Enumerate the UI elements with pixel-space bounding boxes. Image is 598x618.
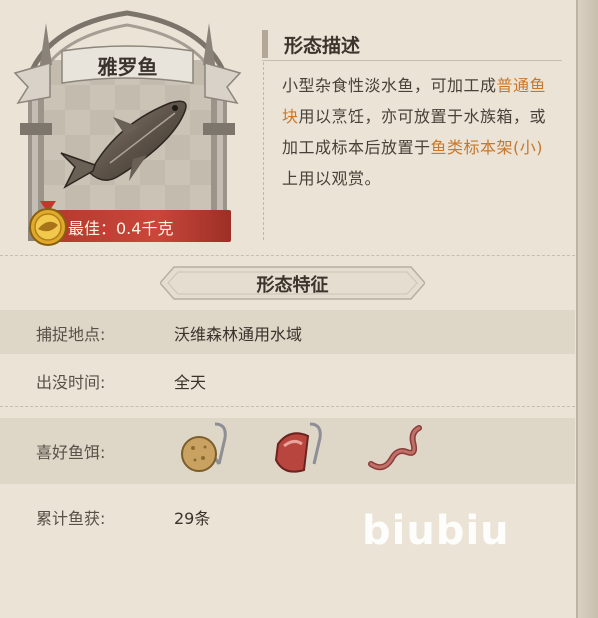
fish-name: 雅罗鱼 bbox=[97, 55, 158, 79]
location-value: 沃维森林通用水域 bbox=[174, 325, 303, 344]
bait-label: 喜好鱼饵: bbox=[36, 443, 106, 462]
description-part-3: 上用以观赏。 bbox=[282, 169, 382, 188]
watermark: biubiu bbox=[362, 508, 510, 554]
bait-separator bbox=[0, 406, 575, 407]
description-title: 形态描述 bbox=[284, 35, 361, 57]
catch-count-label: 累计鱼获: bbox=[36, 509, 106, 528]
page-edge-line bbox=[576, 0, 578, 618]
header-accent-bar bbox=[262, 30, 268, 58]
description-part-1: 小型杂食性淡水鱼，可加工成 bbox=[282, 76, 497, 95]
description-divider bbox=[263, 62, 265, 240]
bread-bait-icon[interactable] bbox=[175, 420, 235, 480]
time-label: 出没时间: bbox=[36, 373, 106, 392]
description-header: 形态描述 bbox=[262, 26, 562, 61]
best-record-text: 最佳：0.4千克 bbox=[68, 219, 174, 238]
worm-bait-icon[interactable] bbox=[365, 420, 425, 480]
location-label: 捕捉地点: bbox=[36, 325, 106, 344]
catch-count-value: 29条 bbox=[174, 509, 211, 528]
fish-portrait-frame: 雅罗鱼 最佳：0.4千克 bbox=[10, 5, 245, 250]
best-record-bar: 最佳：0.4千克 bbox=[46, 210, 231, 242]
trait-row-time: 出没时间: 全天 bbox=[0, 358, 575, 402]
traits-header: 形态特征 bbox=[160, 265, 425, 301]
fish-name-banner: 雅罗鱼 bbox=[60, 43, 195, 87]
link-fish-specimen-rack[interactable]: 鱼类标本架(小) bbox=[431, 138, 544, 157]
page-edge bbox=[578, 0, 598, 618]
time-value: 全天 bbox=[174, 373, 207, 392]
fish-illustration bbox=[60, 100, 187, 189]
traits-title: 形态特征 bbox=[256, 275, 329, 296]
section-separator bbox=[0, 255, 575, 256]
meat-bait-icon[interactable] bbox=[270, 420, 330, 480]
gold-medal-icon bbox=[26, 201, 72, 247]
description-text: 小型杂食性淡水鱼，可加工成普通鱼块用以烹饪，亦可放置于水族箱，或加工成标本后放置… bbox=[282, 70, 554, 194]
trait-row-location: 捕捉地点: 沃维森林通用水域 bbox=[0, 310, 575, 354]
